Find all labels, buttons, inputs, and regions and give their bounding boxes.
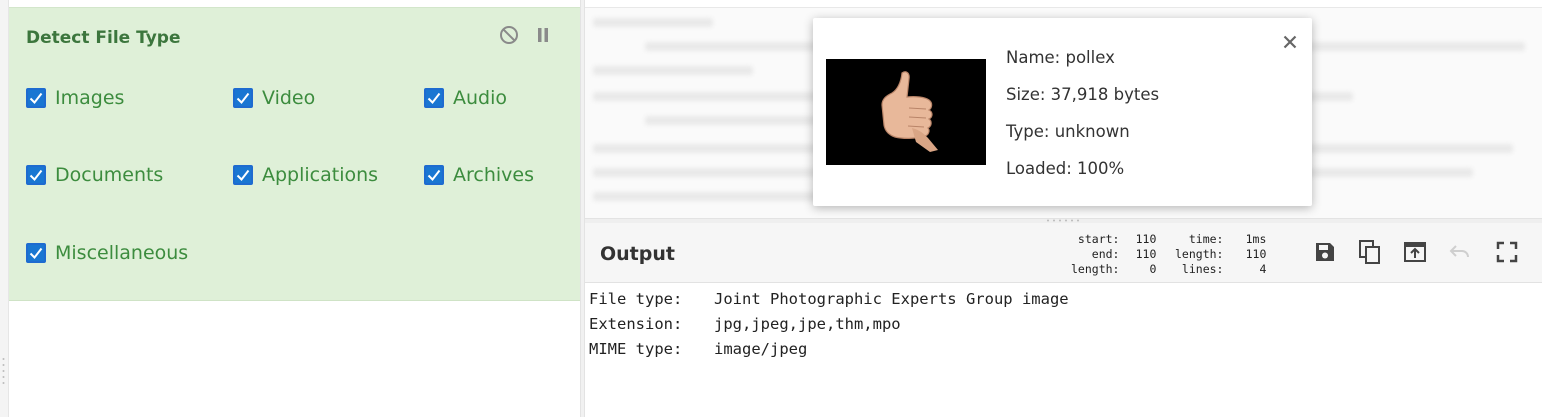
checkbox-checked-icon[interactable] bbox=[424, 88, 444, 108]
copy-icon[interactable] bbox=[1355, 237, 1385, 267]
checkbox-label: Audio bbox=[453, 87, 508, 109]
checkbox-label: Images bbox=[55, 87, 125, 109]
checkbox-checked-icon[interactable] bbox=[233, 165, 253, 185]
checkbox-label: Archives bbox=[453, 164, 534, 186]
file-type: Type: unknown bbox=[1006, 122, 1130, 141]
checkbox-archives[interactable]: Archives bbox=[424, 164, 534, 186]
stat-value: 110 bbox=[1245, 247, 1267, 261]
stat-label: start: bbox=[1077, 232, 1120, 246]
output-header: Output start: 110 end: 110 length: 0 tim… bbox=[585, 223, 1542, 283]
file-details-popup: Name: pollex Size: 37,918 bytes Type: un… bbox=[813, 18, 1312, 206]
disable-icon[interactable] bbox=[498, 24, 520, 46]
output-line-value: image/jpeg bbox=[714, 340, 808, 358]
stat-label: end: bbox=[1091, 247, 1120, 261]
checkbox-applications[interactable]: Applications bbox=[233, 164, 378, 186]
checkbox-checked-icon[interactable] bbox=[233, 88, 253, 108]
checkbox-miscellaneous[interactable]: Miscellaneous bbox=[26, 242, 188, 264]
stat-label: time: bbox=[1188, 232, 1224, 246]
operation-title: Detect File Type bbox=[26, 28, 181, 48]
pause-icon[interactable] bbox=[532, 24, 554, 46]
output-line-key: MIME type: bbox=[589, 340, 683, 358]
checkbox-video[interactable]: Video bbox=[233, 87, 315, 109]
thumbs-up-hand-image bbox=[826, 59, 986, 165]
selection-stats: start: 110 end: 110 length: 0 bbox=[1071, 232, 1156, 277]
output-stats: time: 1ms length: 110 lines: 4 bbox=[1175, 232, 1266, 277]
checkbox-documents[interactable]: Documents bbox=[26, 164, 163, 186]
blurred-text bbox=[593, 18, 713, 27]
replace-input-icon[interactable] bbox=[1400, 237, 1430, 267]
output-line-value: Joint Photographic Experts Group image bbox=[714, 290, 1069, 308]
checkbox-checked-icon[interactable] bbox=[26, 243, 46, 263]
file-size: Size: 37,918 bytes bbox=[1006, 85, 1160, 104]
close-icon[interactable] bbox=[1279, 31, 1301, 53]
output-title: Output bbox=[600, 243, 675, 265]
operation-detect-file-type[interactable]: Detect File Type Images Video Audio Docu… bbox=[9, 7, 580, 301]
stat-value: 0 bbox=[1149, 262, 1157, 276]
output-line-key: File type: bbox=[589, 290, 683, 308]
output-text-area[interactable]: File type: Joint Photographic Experts Gr… bbox=[585, 283, 1542, 417]
checkbox-checked-icon[interactable] bbox=[424, 165, 444, 185]
file-name: Name: pollex bbox=[1006, 48, 1115, 67]
checkbox-checked-icon[interactable] bbox=[26, 165, 46, 185]
blurred-text bbox=[593, 66, 753, 75]
checkbox-label: Applications bbox=[262, 164, 379, 186]
resize-grip[interactable] bbox=[1044, 219, 1084, 222]
checkbox-checked-icon[interactable] bbox=[26, 88, 46, 108]
undo-icon[interactable] bbox=[1445, 237, 1475, 267]
recipe-panel: Detect File Type Images Video Audio Docu… bbox=[0, 0, 580, 417]
stat-value: 110 bbox=[1135, 247, 1157, 261]
checkbox-label: Miscellaneous bbox=[55, 242, 189, 264]
checkbox-images[interactable]: Images bbox=[26, 87, 124, 109]
stat-value: 4 bbox=[1259, 262, 1267, 276]
resize-grip[interactable] bbox=[2, 355, 5, 385]
output-line-value: jpg,jpeg,jpe,thm,mpo bbox=[714, 315, 901, 333]
stat-value: 110 bbox=[1135, 232, 1157, 246]
stat-label: length: bbox=[1071, 262, 1120, 276]
save-icon[interactable] bbox=[1310, 237, 1340, 267]
stat-label: lines: bbox=[1181, 262, 1224, 276]
checkbox-label: Documents bbox=[55, 164, 164, 186]
stat-label: length: bbox=[1175, 247, 1224, 261]
checkbox-label: Video bbox=[262, 87, 316, 109]
output-line-key: Extension: bbox=[589, 315, 683, 333]
stat-value: 1ms bbox=[1245, 232, 1267, 246]
file-loaded: Loaded: 100% bbox=[1006, 159, 1125, 178]
checkbox-audio[interactable]: Audio bbox=[424, 87, 507, 109]
maximise-icon[interactable] bbox=[1492, 237, 1522, 267]
